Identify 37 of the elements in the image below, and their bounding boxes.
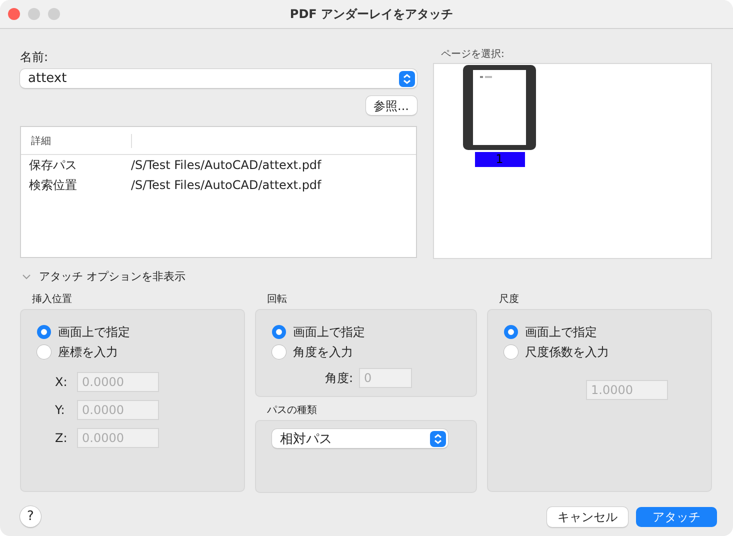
- field-label: Y:: [55, 403, 66, 417]
- zoom-icon[interactable]: [48, 8, 60, 20]
- radio-option[interactable]: 画面上で指定: [504, 322, 597, 342]
- minimize-icon[interactable]: [28, 8, 40, 20]
- column-header: 詳細: [21, 134, 132, 148]
- browse-button[interactable]: 参照...: [366, 96, 417, 115]
- close-icon[interactable]: [8, 8, 20, 20]
- page-select-label: ページを選択:: [441, 48, 504, 61]
- name-dropdown[interactable]: attext: [20, 69, 417, 88]
- radio-option[interactable]: 画面上で指定: [37, 322, 130, 342]
- radio-option[interactable]: 座標を入力: [37, 342, 118, 362]
- table-cell: /S/Test Files/AutoCAD/attext.pdf: [131, 158, 322, 172]
- table-cell-text: 検索位置: [28, 176, 78, 194]
- group-title: 挿入位置: [32, 292, 72, 306]
- group-title: 回転: [267, 293, 287, 306]
- field-label: 角度:: [324, 370, 353, 386]
- group-title: パスの種類: [267, 404, 317, 417]
- chevron-icon: [22, 274, 31, 280]
- options-toggle[interactable]: アタッチ オプションを非表示: [22, 269, 186, 284]
- page-number: 1: [474, 152, 524, 167]
- stepper-icon: [399, 70, 415, 86]
- field-label: X:: [55, 375, 68, 389]
- window-title: PDF アンダーレイをアタッチ: [290, 6, 454, 22]
- radio-option[interactable]: 画面上で指定: [272, 322, 365, 342]
- cancel-button[interactable]: キャンセル: [547, 506, 628, 526]
- radio-option[interactable]: 角度を入力: [272, 342, 353, 362]
- attach-button[interactable]: アタッチ: [636, 506, 717, 526]
- stepper-icon: [430, 430, 446, 446]
- name-label: 名前:: [20, 49, 48, 66]
- group-title: 尺度: [499, 292, 519, 306]
- radio-option[interactable]: 尺度係数を入力: [504, 342, 609, 362]
- text-line-icon: [480, 76, 492, 79]
- table-cell-text: 保存パス: [28, 156, 78, 174]
- field-label: Z:: [55, 431, 68, 445]
- help-button[interactable]: ?: [20, 506, 41, 527]
- path-type-dropdown[interactable]: 相対パス: [272, 429, 448, 448]
- table-cell: /S/Test Files/AutoCAD/attext.pdf: [131, 178, 322, 192]
